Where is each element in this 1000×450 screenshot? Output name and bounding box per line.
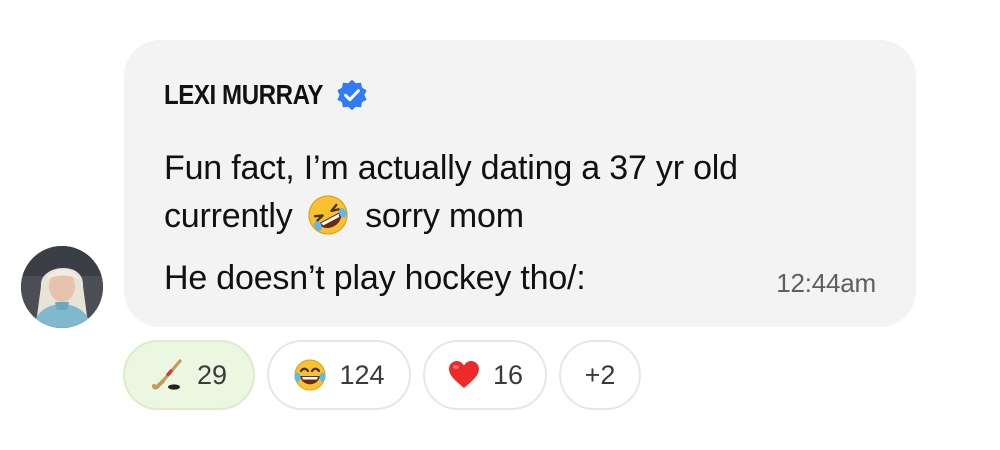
- chat-message-view: LEXI MURRAY Fun fact, I’m actually datin…: [0, 0, 1000, 450]
- red-heart-icon: [448, 361, 479, 388]
- reaction-count: 29: [196, 359, 228, 390]
- reaction-count: 16: [492, 359, 523, 390]
- tears-of-joy-icon: [294, 359, 326, 391]
- message-author: LEXI MURRAY: [164, 78, 369, 112]
- author-name: LEXI MURRAY: [164, 79, 323, 110]
- verified-badge-icon: [337, 79, 367, 111]
- rolling-laughing-emoji-icon: [308, 195, 348, 235]
- avatar[interactable]: [21, 246, 103, 328]
- reaction-more-count: +2: [584, 359, 616, 390]
- message-line-text: He doesn’t play hockey tho/:: [164, 259, 586, 297]
- message-line: currently sorry mom: [164, 192, 884, 240]
- message-line: Fun fact, I’m actually dating a 37 yr ol…: [164, 149, 738, 187]
- reaction-more[interactable]: +2: [559, 340, 641, 410]
- message-timestamp: 12:44am: [776, 268, 876, 298]
- reaction-heart[interactable]: 16: [423, 340, 547, 410]
- message-bubble[interactable]: LEXI MURRAY Fun fact, I’m actually datin…: [124, 40, 916, 327]
- hockey-stick-icon: [151, 359, 182, 390]
- message-word: currently: [164, 197, 293, 235]
- message-word: sorry mom: [365, 197, 524, 235]
- reaction-hockey[interactable]: 29: [123, 340, 255, 410]
- avatar-photo: [21, 246, 103, 328]
- reaction-count: 124: [339, 359, 385, 390]
- reaction-laughing[interactable]: 124: [267, 340, 411, 410]
- reactions-bar: 29 124 16 +2: [123, 340, 641, 410]
